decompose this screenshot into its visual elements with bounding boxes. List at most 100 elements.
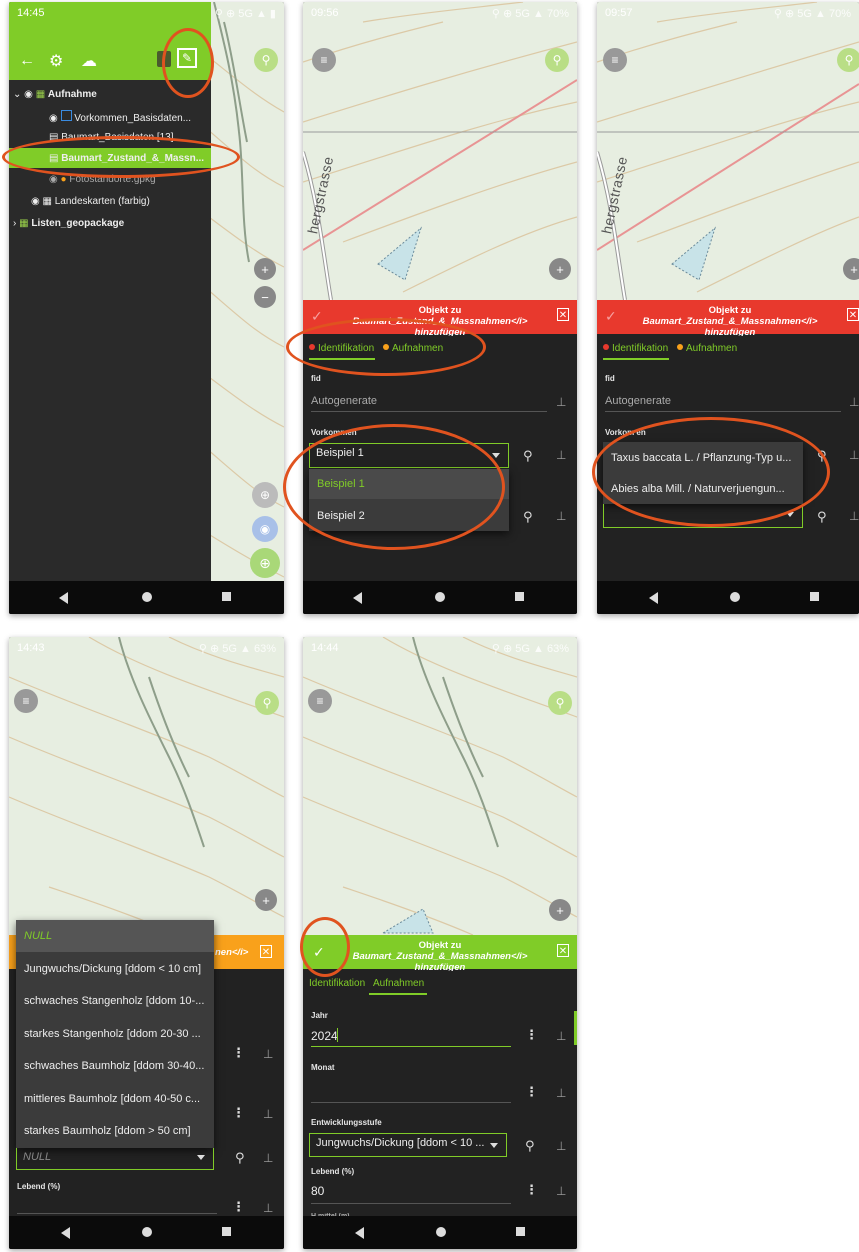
pin-icon[interactable]: ⊥ [556, 448, 566, 462]
pin-icon[interactable]: ⊥ [556, 395, 566, 409]
search-icon[interactable]: ⚲ [523, 448, 533, 464]
tab-identifikation[interactable]: Identifikation [603, 343, 668, 354]
nav-home-icon[interactable] [142, 1227, 152, 1237]
option-schwaches-stangenholz[interactable]: schwaches Stangenholz [ddom 10-... [16, 986, 214, 1016]
search-button[interactable]: ⚲ [548, 691, 572, 715]
delete-icon[interactable]: ✕ [557, 944, 569, 957]
option-null[interactable]: NULL [16, 920, 214, 952]
nav-recents-icon[interactable] [515, 592, 524, 601]
zoom-in-button[interactable]: + [549, 258, 571, 280]
option-schwaches-baumholz[interactable]: schwaches Baumholz [ddom 30-40... [16, 1051, 214, 1081]
search-button[interactable]: ⚲ [545, 48, 569, 72]
pin-icon[interactable]: ⊥ [263, 1151, 273, 1165]
pin-icon[interactable]: ⊥ [849, 448, 859, 462]
nav-back-icon[interactable] [59, 592, 68, 604]
pin-icon[interactable]: ⊥ [556, 1184, 566, 1198]
pin-icon[interactable]: ⊥ [263, 1107, 273, 1121]
tab-aufnahmen[interactable]: Aufnahmen [677, 343, 737, 354]
tab-aufnahmen[interactable]: Aufnahmen [383, 343, 443, 354]
zoom-out-button[interactable]: − [254, 286, 276, 308]
edit-pencil-icon[interactable]: ✎ [177, 48, 197, 68]
option-beispiel-2[interactable]: Beispiel 2 [309, 501, 509, 531]
map-canvas[interactable]: hergstrasse [303, 2, 577, 300]
location-icon[interactable]: ◉ [252, 516, 278, 542]
pin-icon[interactable]: ⊥ [556, 1029, 566, 1043]
nav-back-icon[interactable] [355, 1227, 364, 1239]
eye-icon[interactable]: ◉ [31, 196, 40, 207]
nav-recents-icon[interactable] [516, 1227, 525, 1236]
tab-aufnahmen[interactable]: Aufnahmen [373, 978, 424, 989]
delete-icon[interactable]: ✕ [557, 308, 569, 321]
confirm-check-icon[interactable]: ✓ [313, 944, 325, 961]
eye-icon[interactable]: ◉ [24, 89, 33, 100]
menu-button[interactable]: ≡ [312, 48, 336, 72]
nav-back-icon[interactable] [61, 1227, 70, 1239]
kebab-menu-icon[interactable]: ⋮ [232, 1105, 245, 1121]
nav-recents-icon[interactable] [222, 1227, 231, 1236]
confirm-check-icon[interactable]: ✓ [605, 308, 617, 325]
tab-identifikation[interactable]: Identifikation [309, 343, 374, 354]
confirm-check-icon[interactable]: ✓ [311, 308, 323, 325]
search-icon[interactable]: ⚲ [817, 448, 827, 464]
option-taxus[interactable]: Taxus baccata L. / Pflanzung-Typ u... [603, 444, 803, 472]
layer-landeskarten[interactable]: ◉ ▦ Landeskarten (farbig) [31, 196, 150, 207]
pin-icon[interactable]: ⊥ [849, 395, 859, 409]
delete-icon[interactable]: ✕ [847, 308, 859, 321]
option-beispiel-1[interactable]: Beispiel 1 [309, 469, 509, 499]
layer-aufnahme[interactable]: ⌄ ◉ ▦ Aufnahme [13, 89, 97, 100]
layer-listen[interactable]: › ▦ Listen_geopackage [13, 218, 124, 229]
menu-button[interactable]: ≡ [308, 689, 332, 713]
pin-icon[interactable]: ⊥ [556, 1139, 566, 1153]
kebab-menu-icon[interactable]: ⋮ [525, 1027, 538, 1043]
search-icon[interactable]: ⚲ [235, 1150, 245, 1166]
eye-icon[interactable]: ◉ [49, 113, 58, 124]
vorkommen-dropdown[interactable]: Beispiel 1 [309, 443, 509, 468]
menu-button[interactable]: ≡ [603, 48, 627, 72]
jahr-input[interactable]: 2024 [311, 1029, 338, 1043]
option-starkes-baumholz[interactable]: starkes Baumholz [ddom > 50 cm] [16, 1116, 214, 1146]
pin-icon[interactable]: ⊥ [849, 509, 859, 523]
map-canvas[interactable] [303, 637, 577, 935]
pin-icon[interactable]: ⊥ [556, 1086, 566, 1100]
map-theme-icon[interactable] [157, 51, 171, 67]
kebab-menu-icon[interactable]: ⋮ [525, 1084, 538, 1100]
lebend-input[interactable]: 80 [311, 1184, 324, 1198]
nav-recents-icon[interactable] [222, 592, 231, 601]
menu-button[interactable]: ≡ [14, 689, 38, 713]
zoom-in-button[interactable]: + [843, 258, 859, 280]
layer-vorkommen[interactable]: ◉ Vorkommen_Basisdaten... [49, 110, 191, 124]
map-canvas[interactable] [9, 637, 284, 935]
layer-fotostandorte[interactable]: ◉ ● Fotostandorte.gpkg [49, 174, 156, 185]
zoom-in-button[interactable]: + [255, 889, 277, 911]
zoom-in-button[interactable]: + [549, 899, 571, 921]
search-button[interactable]: ⚲ [837, 48, 859, 72]
eye-icon[interactable]: ◉ [49, 174, 58, 185]
option-starkes-stangenholz[interactable]: starkes Stangenholz [ddom 20-30 ... [16, 1019, 214, 1049]
nav-home-icon[interactable] [142, 592, 152, 602]
map-canvas[interactable]: hergstrasse [597, 2, 859, 300]
nav-home-icon[interactable] [730, 592, 740, 602]
cloud-icon[interactable]: ☁ [81, 51, 97, 71]
pin-icon[interactable]: ⊥ [556, 509, 566, 523]
add-feature-icon[interactable]: ⊕ [250, 548, 280, 578]
back-arrow-icon[interactable]: ← [19, 52, 35, 70]
pin-icon[interactable]: ⊥ [263, 1201, 273, 1215]
search-icon[interactable]: ⚲ [525, 1138, 535, 1154]
layer-baumart-zustand[interactable]: ▤ Baumart_Zustand_&_Massn... [49, 153, 204, 164]
kebab-menu-icon[interactable]: ⋮ [232, 1045, 245, 1061]
kebab-menu-icon[interactable]: ⋮ [232, 1199, 245, 1215]
gps-icon[interactable]: ⊕ [252, 482, 278, 508]
scroll-indicator[interactable] [574, 1011, 577, 1045]
option-abies[interactable]: Abies alba Mill. / Naturverjuengun... [603, 475, 803, 503]
gear-icon[interactable]: ⚙ [49, 51, 63, 71]
nav-home-icon[interactable] [435, 592, 445, 602]
pin-icon[interactable]: ⊥ [263, 1047, 273, 1061]
option-jungwuchs[interactable]: Jungwuchs/Dickung [ddom < 10 cm] [16, 954, 214, 984]
option-mittleres-baumholz[interactable]: mittleres Baumholz [ddom 40-50 c... [16, 1084, 214, 1114]
nav-back-icon[interactable] [649, 592, 658, 604]
search-icon[interactable]: ⚲ [817, 509, 827, 525]
tab-identifikation[interactable]: Identifikation [309, 978, 365, 989]
kebab-menu-icon[interactable]: ⋮ [525, 1182, 538, 1198]
nav-home-icon[interactable] [436, 1227, 446, 1237]
nav-back-icon[interactable] [353, 592, 362, 604]
